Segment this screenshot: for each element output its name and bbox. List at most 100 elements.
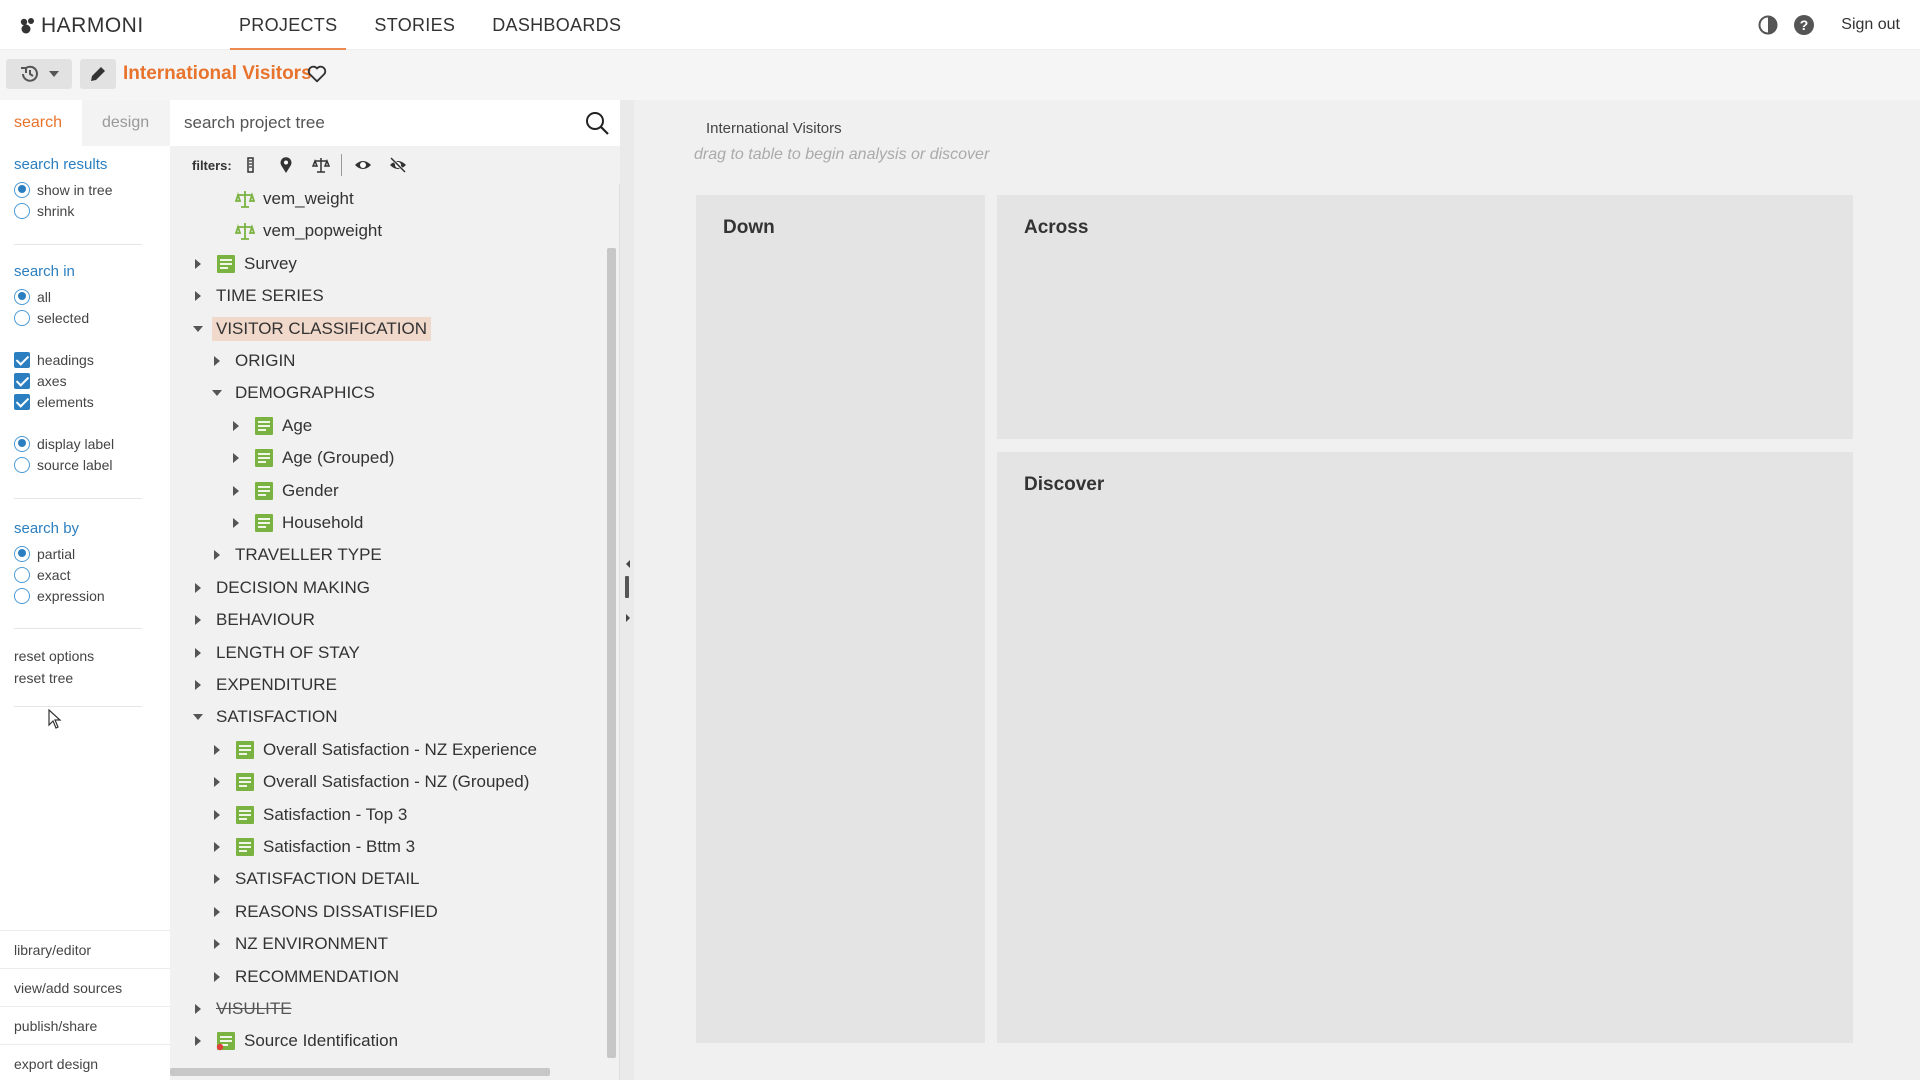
radio-icon[interactable] xyxy=(14,181,30,198)
app-logo[interactable]: HARMONI xyxy=(18,14,144,38)
tree-node[interactable]: Gender xyxy=(230,478,339,504)
collapse-left-icon[interactable] xyxy=(626,560,630,568)
radio-icon[interactable] xyxy=(14,456,30,473)
radio-icon[interactable] xyxy=(14,202,30,219)
expand-right-icon[interactable] xyxy=(626,614,630,622)
checkbox-elements[interactable]: elements xyxy=(14,391,114,412)
tree-node[interactable]: Source Identification xyxy=(192,1028,398,1054)
caret-right-icon[interactable] xyxy=(230,485,242,497)
caret-right-icon[interactable] xyxy=(192,1003,204,1015)
tree-node[interactable]: VISULITE xyxy=(192,996,292,1022)
tree-node[interactable]: Age xyxy=(230,413,312,439)
reset-tree-link[interactable]: reset tree xyxy=(14,670,73,686)
caret-right-icon[interactable] xyxy=(192,582,204,594)
caret-right-icon[interactable] xyxy=(211,549,223,561)
history-button[interactable] xyxy=(6,59,72,89)
tree-node[interactable]: Satisfaction - Top 3 xyxy=(211,802,407,828)
caret-right-icon[interactable] xyxy=(230,420,242,432)
nav-stories[interactable]: STORIES xyxy=(365,0,464,50)
caret-right-icon[interactable] xyxy=(192,258,204,270)
export-design-link[interactable]: export design xyxy=(0,1044,170,1082)
tree-horizontal-scrollbar[interactable] xyxy=(170,1068,550,1076)
library-editor-link[interactable]: library/editor xyxy=(0,930,170,968)
caret-down-icon[interactable] xyxy=(211,387,223,399)
tree-node[interactable]: SATISFACTION DETAIL xyxy=(211,866,420,892)
radio-icon[interactable] xyxy=(14,435,30,452)
tree-node[interactable]: Satisfaction - Bttm 3 xyxy=(211,834,415,860)
caret-right-icon[interactable] xyxy=(211,873,223,885)
search-input[interactable] xyxy=(184,108,564,138)
radio-display-label[interactable]: display label xyxy=(14,433,114,454)
tree-node[interactable]: RECOMMENDATION xyxy=(211,964,399,990)
checkbox-icon[interactable] xyxy=(14,393,30,410)
checkbox-icon[interactable] xyxy=(14,351,30,368)
caret-right-icon[interactable] xyxy=(211,841,223,853)
tree-node[interactable]: Survey xyxy=(192,251,297,277)
caret-right-icon[interactable] xyxy=(192,647,204,659)
caret-right-icon[interactable] xyxy=(211,744,223,756)
radio-source-label[interactable]: source label xyxy=(14,454,114,475)
radio-partial[interactable]: partial xyxy=(14,543,105,564)
tree-node[interactable]: NZ ENVIRONMENT xyxy=(211,931,388,957)
drop-zone-discover[interactable]: Discover xyxy=(997,452,1853,1043)
radio-icon[interactable] xyxy=(14,587,30,604)
tree-node[interactable]: BEHAVIOUR xyxy=(192,607,315,633)
radio-show-in-tree[interactable]: show in tree xyxy=(14,179,112,200)
nav-dashboards[interactable]: DASHBOARDS xyxy=(483,0,630,50)
caret-down-icon[interactable] xyxy=(192,323,204,335)
tree-node[interactable]: DECISION MAKING xyxy=(192,575,370,601)
tree-node[interactable]: LENGTH OF STAY xyxy=(192,640,360,666)
tree-node[interactable]: TRAVELLER TYPE xyxy=(211,542,382,568)
tree-node[interactable]: REASONS DISSATISFIED xyxy=(211,899,438,925)
publish-share-link[interactable]: publish/share xyxy=(0,1006,170,1044)
caret-right-icon[interactable] xyxy=(230,452,242,464)
tree-node[interactable]: Age (Grouped) xyxy=(230,445,394,471)
caret-right-icon[interactable] xyxy=(230,517,242,529)
tree-node[interactable]: DEMOGRAPHICS xyxy=(211,380,375,406)
tree-node[interactable]: TIME SERIES xyxy=(192,283,324,309)
tab-search[interactable]: search xyxy=(0,100,82,146)
caret-right-icon[interactable] xyxy=(192,1035,204,1047)
search-icon[interactable] xyxy=(584,110,610,136)
heart-icon[interactable] xyxy=(306,63,328,85)
drop-zone-across[interactable]: Across xyxy=(997,195,1853,439)
caret-right-icon[interactable] xyxy=(211,809,223,821)
tree-node[interactable]: SATISFACTION xyxy=(192,704,338,730)
drop-zone-down[interactable]: Down xyxy=(696,195,985,1043)
radio-selected[interactable]: selected xyxy=(14,307,114,328)
caret-right-icon[interactable] xyxy=(192,614,204,626)
filter-show-icon[interactable] xyxy=(354,156,372,174)
radio-icon[interactable] xyxy=(14,566,30,583)
tree-node[interactable]: vem_weight xyxy=(211,186,354,212)
tree-node[interactable]: Overall Satisfaction - NZ Experience xyxy=(211,737,537,763)
tree-scrollbar-thumb[interactable] xyxy=(607,248,616,1058)
radio-shrink[interactable]: shrink xyxy=(14,200,112,221)
caret-right-icon[interactable] xyxy=(192,679,204,691)
caret-right-icon[interactable] xyxy=(211,776,223,788)
filter-weight-icon[interactable] xyxy=(311,156,330,174)
tree-node[interactable]: ORIGIN xyxy=(211,348,295,374)
caret-right-icon[interactable] xyxy=(211,355,223,367)
tree-node[interactable]: Overall Satisfaction - NZ (Grouped) xyxy=(211,769,529,795)
caret-right-icon[interactable] xyxy=(211,971,223,983)
checkbox-headings[interactable]: headings xyxy=(14,349,114,370)
radio-icon[interactable] xyxy=(14,288,30,305)
filter-hide-icon[interactable] xyxy=(389,156,407,174)
caret-right-icon[interactable] xyxy=(192,290,204,302)
caret-right-icon[interactable] xyxy=(211,906,223,918)
radio-icon[interactable] xyxy=(14,545,30,562)
tree-node[interactable]: vem_popweight xyxy=(211,218,382,244)
caret-down-icon[interactable] xyxy=(192,711,204,723)
edit-button[interactable] xyxy=(80,59,116,89)
filter-location-icon[interactable] xyxy=(277,156,295,174)
nav-projects[interactable]: PROJECTS xyxy=(230,0,347,50)
radio-expression[interactable]: expression xyxy=(14,585,105,606)
checkbox-axes[interactable]: axes xyxy=(14,370,114,391)
radio-exact[interactable]: exact xyxy=(14,564,105,585)
panel-splitter[interactable] xyxy=(620,100,634,1080)
sign-out-link[interactable]: Sign out xyxy=(1841,16,1900,34)
help-icon[interactable]: ? xyxy=(1793,14,1815,36)
contrast-icon[interactable] xyxy=(1757,14,1779,36)
checkbox-icon[interactable] xyxy=(14,372,30,389)
tree-node[interactable]: Household xyxy=(230,510,363,536)
